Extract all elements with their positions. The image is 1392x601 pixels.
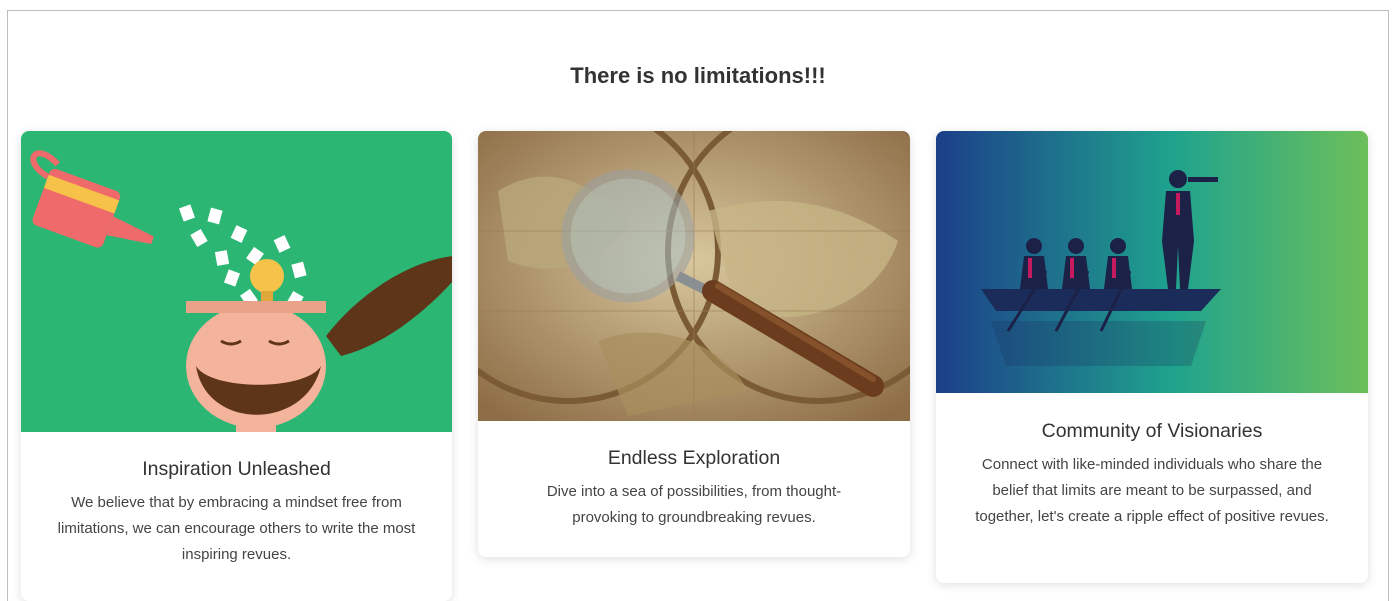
- card-exploration: Endless Exploration Dive into a sea of p…: [478, 131, 910, 557]
- card-title: Community of Visionaries: [1041, 420, 1263, 442]
- clipped-text-line: [0, 0, 6, 11]
- card-description: Connect with like-minded individuals who…: [975, 456, 1329, 525]
- section-title: There is no limitations!!!: [570, 63, 826, 88]
- card-community: Community of Visionaries Connect with li…: [936, 131, 1368, 583]
- card-title: Inspiration Unleashed: [142, 458, 331, 480]
- rowing-team-illustration: [936, 131, 1368, 393]
- magnifier-map-illustration: [478, 131, 910, 421]
- card-inspiration: Inspiration Unleashed We believe that by…: [21, 131, 452, 601]
- card-description: We believe that by embracing a mindset f…: [57, 494, 416, 563]
- card-title: Endless Exploration: [607, 447, 781, 469]
- card-description: Dive into a sea of possibilities, from t…: [546, 483, 842, 526]
- idea-head-illustration: [21, 131, 452, 432]
